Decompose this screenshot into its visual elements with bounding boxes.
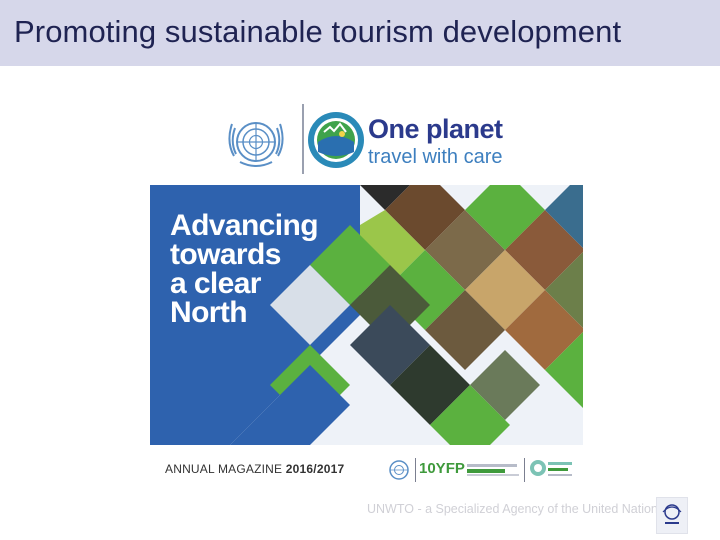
logo-subtitle: travel with care <box>368 146 503 168</box>
partner-logos: 10YFP <box>388 456 578 484</box>
10yfp-logo: 10YFP <box>419 460 465 477</box>
logo-divider <box>302 104 304 174</box>
magazine-cover: Advancing towards a clear North <box>150 185 583 445</box>
cover-title-line: a clear <box>170 267 261 300</box>
partner-divider <box>415 458 416 482</box>
sustainable-tourism-logo-icon <box>530 460 572 476</box>
unwto-logo-icon <box>656 497 688 534</box>
un-emblem-icon <box>228 122 284 167</box>
annual-label: ANNUAL MAGAZINE <box>165 462 283 476</box>
logo-header: One planet travel with care <box>222 104 522 178</box>
slide-title: Promoting sustainable tourism developmen… <box>14 14 622 49</box>
cover-title: Advancing towards a clear North <box>170 209 360 329</box>
annual-magazine-label: ANNUAL MAGAZINE 2016/2017 <box>165 462 344 476</box>
logo-title: One planet <box>368 114 503 144</box>
cover-title-line: North <box>170 296 248 329</box>
title-bar: Promoting sustainable tourism developmen… <box>0 0 720 66</box>
slide-footer: UNWTO - a Specialized Agency of the Unit… <box>367 502 665 516</box>
programme-logo-icon <box>467 464 519 476</box>
partner-divider <box>524 458 525 482</box>
un-emblem-small-icon <box>389 460 409 480</box>
cover-title-line: towards <box>170 238 281 271</box>
one-planet-emblem-icon <box>308 112 364 168</box>
cover-title-line: Advancing <box>170 209 319 242</box>
annual-year: 2016/2017 <box>285 462 345 476</box>
